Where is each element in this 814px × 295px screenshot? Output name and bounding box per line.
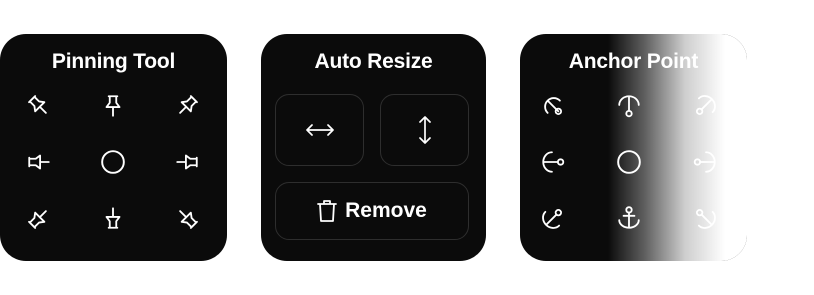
pin-top-left-icon: [28, 95, 47, 114]
arrows-vertical-icon: [418, 116, 431, 144]
pin-bottom-right-icon: [179, 210, 198, 229]
pin-bottom-left-icon: [28, 210, 47, 229]
pinning-tool-panel: Pinning Tool: [0, 34, 227, 261]
pin-left-icon: [28, 154, 50, 170]
anchor-bottom-right-button[interactable]: [685, 198, 725, 238]
auto-resize-panel: Auto Resize Remove: [261, 34, 486, 261]
pin-bottom-right-button[interactable]: [167, 198, 207, 238]
pinning-grid: [0, 86, 227, 246]
anchor-top-button[interactable]: [609, 86, 649, 126]
anchor-point-title: Anchor Point: [568, 50, 699, 73]
anchor-bottom-icon: [618, 206, 640, 229]
anchor-center-button[interactable]: [609, 142, 649, 182]
stage: Pinning Tool Auto Resize Remove Anchor P…: [0, 0, 814, 295]
pin-bottom-left-button[interactable]: [19, 198, 59, 238]
pin-top-right-icon: [179, 95, 198, 114]
trash-icon: [317, 200, 338, 222]
pin-bottom-button[interactable]: [93, 198, 133, 238]
arrows-horizontal-icon: [305, 124, 334, 136]
pin-top-left-button[interactable]: [19, 86, 59, 126]
remove-button[interactable]: Remove: [275, 182, 469, 240]
anchor-grid: [520, 86, 747, 246]
resize-horizontal-button[interactable]: [275, 94, 364, 166]
anchor-left-icon: [542, 151, 565, 173]
auto-resize-title: Auto Resize: [314, 50, 433, 73]
pin-top-icon: [105, 95, 121, 117]
pin-left-button[interactable]: [19, 142, 59, 182]
resize-vertical-button[interactable]: [380, 94, 469, 166]
circle-center-icon: [617, 150, 641, 174]
anchor-bottom-button[interactable]: [609, 198, 649, 238]
anchor-top-icon: [618, 95, 640, 118]
anchor-top-left-button[interactable]: [533, 86, 573, 126]
pin-top-right-button[interactable]: [167, 86, 207, 126]
anchor-right-icon: [693, 151, 716, 173]
circle-center-icon: [101, 150, 125, 174]
pin-right-button[interactable]: [167, 142, 207, 182]
center-button[interactable]: [93, 142, 133, 182]
anchor-top-right-button[interactable]: [685, 86, 725, 126]
anchor-bottom-left-icon: [542, 209, 562, 229]
anchor-right-button[interactable]: [685, 142, 725, 182]
anchor-bottom-right-icon: [696, 209, 716, 229]
pin-bottom-icon: [105, 207, 121, 229]
pin-right-icon: [176, 154, 198, 170]
anchor-top-left-icon: [544, 97, 562, 115]
anchor-bottom-left-button[interactable]: [533, 198, 573, 238]
pinning-tool-title: Pinning Tool: [51, 50, 176, 73]
remove-label: Remove: [345, 199, 427, 222]
anchor-top-right-icon: [696, 95, 716, 115]
anchor-left-button[interactable]: [533, 142, 573, 182]
pin-top-button[interactable]: [93, 86, 133, 126]
anchor-point-panel: Anchor Point: [520, 34, 747, 261]
